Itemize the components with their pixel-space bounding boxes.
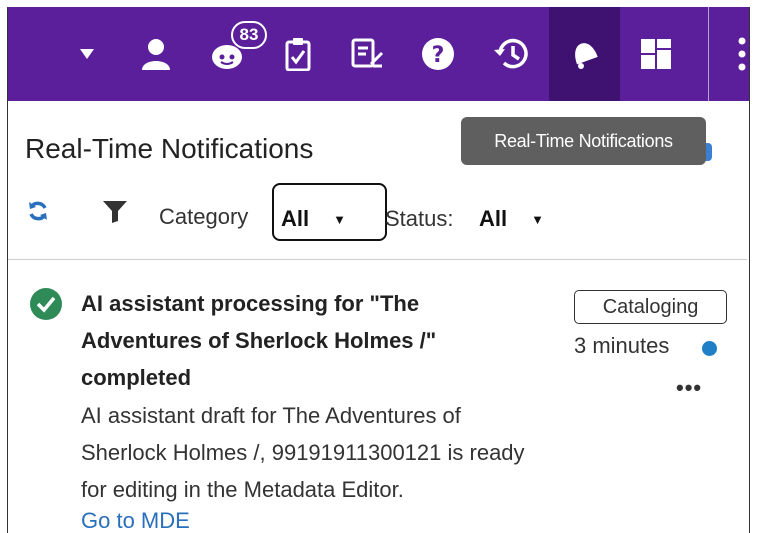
toolbar-divider <box>708 7 709 101</box>
more-vertical-icon[interactable] <box>733 7 749 101</box>
history-icon[interactable] <box>486 7 536 101</box>
notification-count-badge: 83 <box>231 21 267 49</box>
category-chip: Cataloging <box>574 290 727 324</box>
status-label: Status: <box>385 206 454 231</box>
app-frame: 83 ? Real-Time Notifications Real-Time N… <box>7 7 750 533</box>
svg-text:?: ? <box>432 43 445 68</box>
divider <box>8 259 747 260</box>
tasks-clipboard-icon[interactable] <box>278 7 318 101</box>
panel-title: Real-Time Notifications <box>25 133 314 164</box>
filter-icon[interactable] <box>103 201 127 228</box>
filter-bar: Category All ▼ Status: All ▼ <box>25 183 745 245</box>
notification-body: AI assistant draft for The Adventures of… <box>81 403 525 502</box>
chevron-down-icon[interactable] <box>72 7 102 101</box>
notification-time: 3 minutes <box>574 333 670 358</box>
check-circle-icon <box>29 287 63 326</box>
unread-dot-icon[interactable] <box>702 341 717 356</box>
top-toolbar: 83 ? <box>8 7 749 101</box>
tooltip: Real-Time Notifications <box>461 117 706 165</box>
status-selected: All <box>479 206 508 231</box>
category-label: Category <box>159 204 249 229</box>
more-actions-button[interactable]: ••• <box>676 375 702 401</box>
category-value[interactable]: All ▼ <box>281 206 346 232</box>
user-icon[interactable] <box>136 7 176 101</box>
help-icon[interactable]: ? <box>416 7 460 101</box>
refresh-icon[interactable] <box>27 200 49 227</box>
caret-down-icon: ▼ <box>531 211 544 227</box>
dashboard-layout-icon[interactable] <box>634 7 678 101</box>
edit-document-icon[interactable] <box>346 7 390 101</box>
go-to-mde-link[interactable]: Go to MDE <box>81 508 190 533</box>
notifications-bell-icon[interactable] <box>549 7 620 101</box>
category-selected: All <box>281 206 310 231</box>
caret-down-icon: ▼ <box>333 211 346 227</box>
status-dropdown[interactable]: All ▼ <box>479 206 544 232</box>
notification-title: AI assistant processing for "The Adventu… <box>81 291 437 390</box>
